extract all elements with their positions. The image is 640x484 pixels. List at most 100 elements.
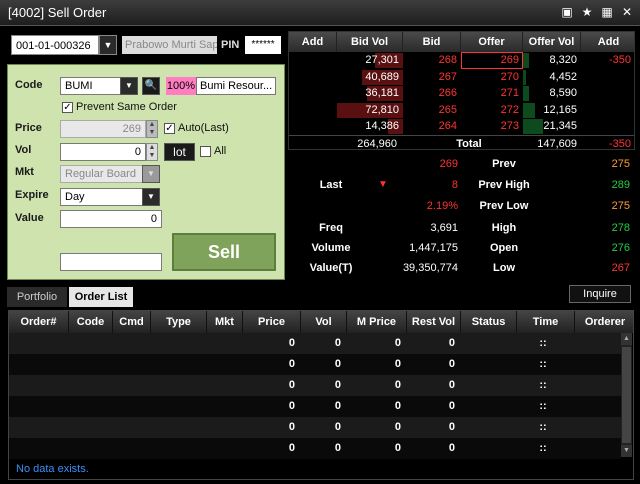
offer-price[interactable]: 271: [461, 85, 519, 102]
col-time[interactable]: Time: [517, 311, 575, 333]
col-vol[interactable]: Vol: [301, 311, 347, 333]
vertical-scrollbar[interactable]: ▲ ▼: [621, 333, 632, 457]
bid-price[interactable]: 265: [403, 102, 457, 119]
table-row[interactable]: 0 0 0 0::: [9, 375, 621, 396]
bid-vol[interactable]: 36,181: [337, 85, 399, 102]
freq-label: Freq: [319, 222, 343, 234]
account-name: Prabowo Murti Sapu: [122, 36, 217, 54]
offer-price[interactable]: 272: [461, 102, 519, 119]
percent-badge: 100%: [166, 77, 196, 95]
quote-row-6: Value(T) 39,350,774 Low 267: [288, 258, 635, 278]
vol-cell: 0: [334, 379, 341, 391]
offer-price[interactable]: 270: [461, 69, 519, 86]
window-icon[interactable]: ▣: [560, 5, 574, 19]
offer-add[interactable]: [581, 118, 631, 135]
bid-vol[interactable]: 14,386: [337, 118, 399, 135]
offer-vol[interactable]: 21,345: [523, 118, 577, 135]
order-book-row[interactable]: 14,386 264 273 21,345: [289, 118, 634, 135]
col-orderer[interactable]: Orderer: [575, 311, 635, 333]
offer-price[interactable]: 273: [461, 118, 519, 135]
price-input[interactable]: 269: [60, 120, 146, 138]
tab-portfolio[interactable]: Portfolio: [7, 287, 67, 307]
header-offer: Offer: [461, 32, 523, 52]
window-title: [4002] Sell Order: [8, 5, 107, 20]
scrollbar-thumb[interactable]: [622, 347, 631, 443]
order-book-row[interactable]: 36,181 266 271 8,590: [289, 85, 634, 102]
account-row: 001-01-000326 ▼ Prabowo Murti Sapu PIN *…: [7, 31, 285, 61]
table-row[interactable]: 0 0 0 0::: [9, 417, 621, 438]
col-code[interactable]: Code: [69, 311, 113, 333]
price-cell: 0: [288, 421, 295, 433]
col-order-no[interactable]: Order#: [9, 311, 69, 333]
col-type[interactable]: Type: [151, 311, 207, 333]
star-icon[interactable]: ★: [580, 5, 594, 19]
order-book-row[interactable]: 40,689 267 270 4,452: [289, 69, 634, 86]
offer-add[interactable]: [581, 69, 631, 86]
time-cell: ::: [539, 358, 547, 370]
sell-button[interactable]: Sell: [172, 233, 276, 271]
lot-button[interactable]: lot: [164, 143, 195, 161]
stock-name: Bumi Resour...: [196, 77, 276, 95]
offer-vol[interactable]: 8,590: [523, 85, 577, 102]
bid-price[interactable]: 264: [403, 118, 457, 135]
close-icon[interactable]: ✕: [620, 5, 634, 19]
col-mkt[interactable]: Mkt: [207, 311, 243, 333]
m-price-cell: 0: [394, 337, 401, 349]
col-status[interactable]: Status: [461, 311, 517, 333]
volume-label: Volume: [311, 242, 351, 254]
auto-last-checkbox[interactable]: ✓: [164, 123, 175, 134]
scroll-up-icon[interactable]: ▲: [621, 333, 632, 345]
vol-input[interactable]: 0: [60, 143, 146, 161]
order-book-row[interactable]: 72,810 265 272 12,165: [289, 102, 634, 119]
inquire-button[interactable]: Inquire: [569, 285, 631, 303]
col-price[interactable]: Price: [243, 311, 301, 333]
grid-icon[interactable]: ▦: [600, 5, 614, 19]
vol-stepper[interactable]: ▲ ▼: [146, 143, 158, 161]
bid-price[interactable]: 267: [403, 69, 457, 86]
search-icon[interactable]: 🔍: [142, 77, 160, 95]
chevron-down-icon[interactable]: ▼: [142, 188, 160, 206]
rest-vol-cell: 0: [448, 421, 455, 433]
offer-vol[interactable]: 12,165: [523, 102, 577, 119]
offer-vol[interactable]: 8,320: [523, 52, 577, 69]
bid-price[interactable]: 266: [403, 85, 457, 102]
price-cell: 0: [288, 337, 295, 349]
scroll-down-icon[interactable]: ▼: [621, 445, 632, 457]
bid-price[interactable]: 268: [403, 52, 457, 69]
last-label: Last: [319, 179, 343, 191]
bid-vol[interactable]: 40,689: [337, 69, 399, 86]
prev-high-label: Prev High: [478, 179, 530, 191]
table-row[interactable]: 0 0 0 0::: [9, 396, 621, 417]
table-row[interactable]: 0 0 0 0::: [9, 333, 621, 354]
bid-vol[interactable]: 27,301: [337, 52, 399, 69]
code-input[interactable]: BUMI: [60, 77, 126, 95]
order-book-row[interactable]: 27,301 268 269 8,320 -350: [289, 52, 634, 69]
account-select[interactable]: 001-01-000326: [11, 35, 99, 55]
best-offer-highlight: [461, 52, 523, 69]
col-rest-vol[interactable]: Rest Vol: [407, 311, 461, 333]
rest-vol-cell: 0: [448, 379, 455, 391]
rest-vol-cell: 0: [448, 337, 455, 349]
tab-order-list[interactable]: Order List: [69, 287, 133, 307]
prevent-same-order-checkbox[interactable]: ✓: [62, 102, 73, 113]
pin-input[interactable]: ******: [245, 36, 281, 54]
table-row[interactable]: 0 0 0 0::: [9, 354, 621, 375]
offer-add[interactable]: [581, 85, 631, 102]
price-stepper[interactable]: ▲ ▼: [146, 120, 158, 138]
offer-vol[interactable]: 4,452: [523, 69, 577, 86]
memo-input[interactable]: [60, 253, 162, 271]
col-cmd[interactable]: Cmd: [113, 311, 151, 333]
offer-add[interactable]: -350: [581, 52, 631, 69]
order-panel: Code BUMI ▼ 🔍 100% Bumi Resour... ✓ Prev…: [7, 64, 285, 280]
chevron-down-icon[interactable]: ▼: [99, 35, 117, 55]
col-m-price[interactable]: M Price: [347, 311, 407, 333]
expire-select[interactable]: Day: [60, 188, 146, 206]
price-label: Price: [15, 122, 42, 134]
chevron-down-icon[interactable]: ▼: [142, 165, 160, 183]
table-row[interactable]: 0 0 0 0::: [9, 438, 621, 459]
offer-add[interactable]: [581, 102, 631, 119]
market-select[interactable]: Regular Board: [60, 165, 146, 183]
bid-vol[interactable]: 72,810: [337, 102, 399, 119]
all-checkbox[interactable]: [200, 146, 211, 157]
chevron-down-icon[interactable]: ▼: [120, 77, 138, 95]
